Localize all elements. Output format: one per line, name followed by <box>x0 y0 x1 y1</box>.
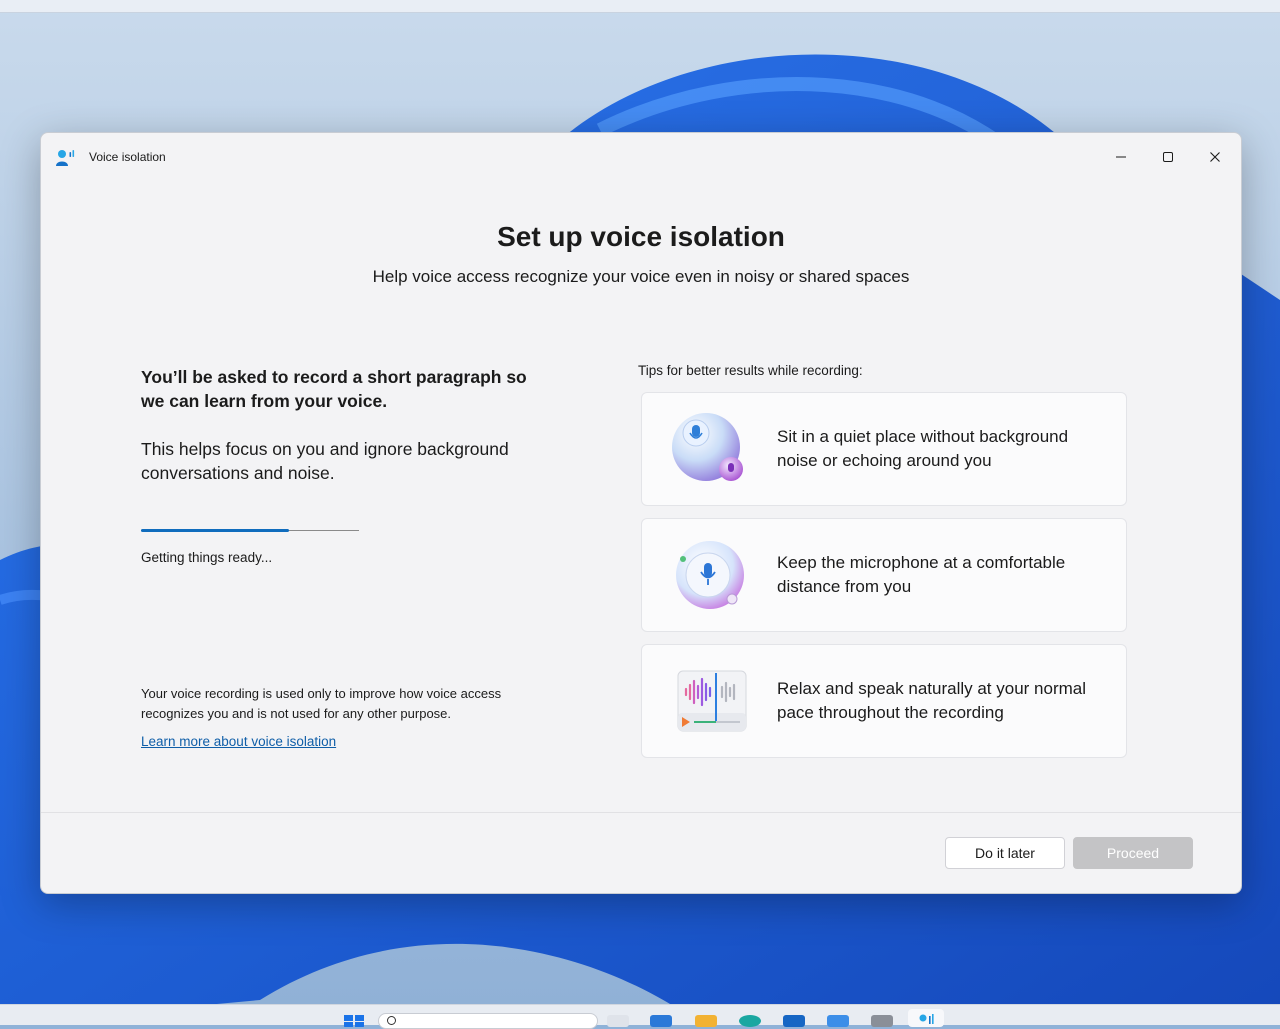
recording-explanation: You’ll be asked to record a short paragr… <box>141 367 527 411</box>
focus-explanation: This helps focus on you and ignore backg… <box>141 439 509 483</box>
maximize-button[interactable] <box>1145 139 1191 175</box>
tip-card-quiet-place: Sit in a quiet place without background … <box>641 392 1127 506</box>
voice-access-taskbar-icon <box>919 1014 934 1024</box>
learn-more-link[interactable]: Learn more about voice isolation <box>141 734 336 749</box>
quiet-place-icon <box>672 413 743 481</box>
page-subtitle: Help voice access recognize your voice e… <box>372 267 910 286</box>
tip-card-microphone-distance: Keep the microphone at a comfortable dis… <box>641 518 1127 632</box>
close-icon <box>1210 152 1220 162</box>
footer-divider <box>41 812 1241 813</box>
voice-access-app-icon <box>56 150 75 166</box>
background-window-strip <box>0 0 1280 13</box>
waveform-icon <box>677 670 747 732</box>
progress-bar <box>141 529 359 532</box>
tip-text-quiet-place: Sit in a quiet place without background … <box>777 427 1069 470</box>
close-button[interactable] <box>1192 139 1238 175</box>
microphone-distance-icon <box>676 541 744 609</box>
voice-access-taskbar-button[interactable] <box>908 1009 944 1027</box>
app-icon-2[interactable] <box>827 1015 849 1027</box>
taskbar-search-box[interactable] <box>378 1013 598 1029</box>
file-explorer-icon[interactable] <box>695 1015 717 1027</box>
minimize-icon <box>1116 156 1126 158</box>
page-title: Set up voice isolation <box>497 221 785 252</box>
tip-text-microphone-distance: Keep the microphone at a comfortable dis… <box>777 553 1066 596</box>
taskbar <box>0 1004 1280 1029</box>
app-icon-1[interactable] <box>650 1015 672 1027</box>
window-title: Voice isolation <box>89 150 166 164</box>
tip-text-speak-naturally: Relax and speak naturally at your normal… <box>777 679 1086 722</box>
maximize-icon <box>1163 152 1173 162</box>
title-bar[interactable]: Voice isolation <box>41 133 1241 181</box>
privacy-notice: Your voice recording is used only to imp… <box>141 686 502 721</box>
voice-isolation-window: Voice isolation Set up voice isolation H… <box>40 132 1242 894</box>
tip-card-speak-naturally: Relax and speak naturally at your normal… <box>641 644 1127 758</box>
status-text: Getting things ready... <box>141 550 273 565</box>
proceed-button[interactable]: Proceed <box>1073 837 1193 869</box>
progress-bar-fill <box>141 529 290 532</box>
minimize-button[interactable] <box>1098 139 1144 175</box>
settings-icon[interactable] <box>871 1015 893 1027</box>
task-view-icon[interactable] <box>607 1015 629 1027</box>
do-it-later-button[interactable]: Do it later <box>945 837 1065 869</box>
edge-icon[interactable] <box>739 1015 761 1027</box>
tips-heading: Tips for better results while recording: <box>638 363 863 378</box>
store-icon[interactable] <box>783 1015 805 1027</box>
start-icon[interactable] <box>342 1013 366 1027</box>
